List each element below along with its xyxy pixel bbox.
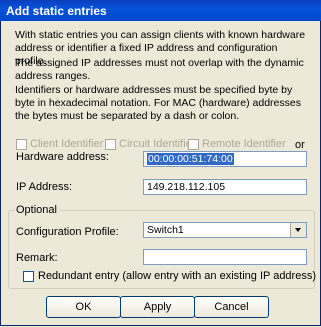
hardware-address-label: Hardware address: (16, 151, 109, 163)
redundant-entry-checkbox[interactable] (23, 271, 34, 282)
chevron-down-icon[interactable] (290, 223, 306, 237)
client-identifier-label: Client Identifier (30, 138, 104, 150)
intro-paragraph-3: Identifiers or hardware addresses must b… (15, 84, 301, 122)
window-title: Add static entries (6, 4, 107, 18)
circuit-identifier-checkbox[interactable] (105, 139, 116, 150)
intro-paragraph-2: The assigned IP addresses must not overl… (15, 57, 304, 82)
ip-address-label: IP Address: (16, 181, 73, 193)
ip-address-input[interactable]: 149.218.112.105 (143, 179, 307, 195)
title-bar: Add static entries (0, 0, 321, 21)
or-label: or (295, 139, 305, 151)
redundant-entry-label: Redundant entry (allow entry with an exi… (38, 270, 316, 282)
hardware-address-value: 00:00:00:51:74:00 (147, 153, 234, 165)
client-identifier-checkbox[interactable] (16, 139, 27, 150)
remote-identifier-checkbox[interactable] (188, 139, 199, 150)
configuration-profile-value: Switch1 (147, 224, 184, 236)
apply-button[interactable]: Apply (120, 296, 195, 318)
dialog-body: With static entries you can assign clien… (0, 21, 321, 326)
remark-label: Remark: (16, 252, 58, 264)
optional-group-label: Optional (14, 204, 59, 216)
hardware-address-input[interactable]: 00:00:00:51:74:00 (143, 151, 307, 167)
ip-address-value: 149.218.112.105 (147, 181, 226, 193)
configuration-profile-select[interactable]: Switch1 (143, 222, 307, 238)
ok-button[interactable]: OK (46, 296, 121, 318)
remark-input[interactable] (143, 249, 307, 265)
cancel-button[interactable]: Cancel (194, 296, 269, 318)
circuit-identifier-label: Circuit Identifier (119, 138, 196, 150)
remote-identifier-label: Remote Identifier (202, 138, 286, 150)
configuration-profile-label: Configuration Profile: (16, 226, 119, 238)
